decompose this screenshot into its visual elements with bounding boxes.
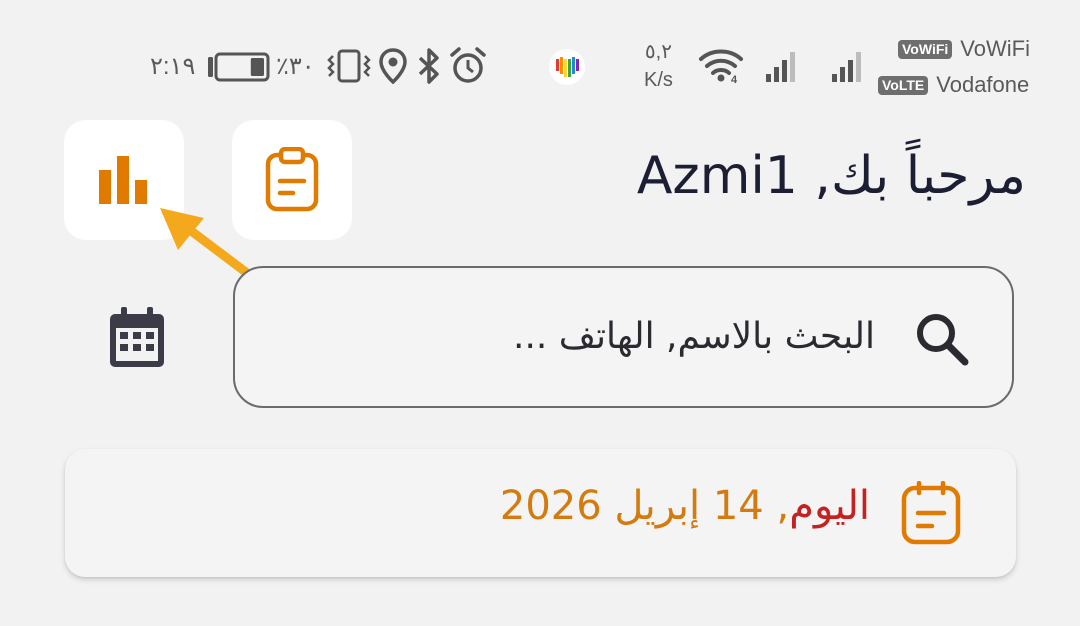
speed-unit: K/s: [644, 69, 673, 91]
search-icon[interactable]: [913, 310, 971, 368]
calendar-icon[interactable]: [108, 307, 166, 369]
today-label: اليوم: [789, 483, 870, 529]
clipboard-icon: [901, 481, 961, 545]
vowifi-label: VoWiFi: [960, 36, 1030, 61]
bluetooth-icon: [418, 48, 439, 84]
carrier-name: Vodafone: [936, 72, 1030, 97]
page-title: مرحباً بك, Azmi1: [636, 146, 1026, 206]
status-bar: ٢:١٩ ٪٣٠ ٥,٢ K/s 4 VoWiFi VoWiFi VoLTE V…: [0, 0, 1080, 110]
search-input[interactable]: [315, 296, 875, 376]
date-value: 14 إبريل 2026: [499, 483, 764, 529]
bar-chart-icon: [99, 156, 147, 204]
app-heart-icon: [549, 49, 585, 85]
alarm-icon: [450, 47, 486, 83]
network-speed: ٥,٢ K/s: [644, 38, 673, 94]
wifi-icon: 4: [699, 49, 743, 84]
battery-percent: ٪٣٠: [276, 53, 315, 80]
battery-icon: [208, 52, 270, 82]
status-time: ٢:١٩: [150, 53, 196, 80]
date-card[interactable]: اليوم, 14 إبريل 2026: [65, 449, 1016, 577]
location-icon: [379, 48, 407, 84]
volte-badge: VoLTE: [878, 75, 929, 95]
search-box[interactable]: [233, 266, 1014, 408]
vibrate-icon: [327, 49, 371, 83]
vowifi-badge: VoWiFi: [898, 39, 953, 59]
vowifi-row: VoWiFi VoWiFi: [898, 36, 1030, 62]
speed-value: ٥,٢: [644, 41, 672, 63]
carrier-info: VoWiFi VoWiFi VoLTE Vodafone: [878, 36, 1030, 98]
volte-row: VoLTE Vodafone: [878, 72, 1030, 98]
date-separator: ,: [776, 483, 790, 529]
svg-text:4: 4: [731, 74, 738, 84]
signal-icon-2: [832, 52, 861, 82]
date-text: اليوم, 14 إبريل 2026: [500, 483, 870, 529]
signal-icon: [766, 52, 795, 82]
